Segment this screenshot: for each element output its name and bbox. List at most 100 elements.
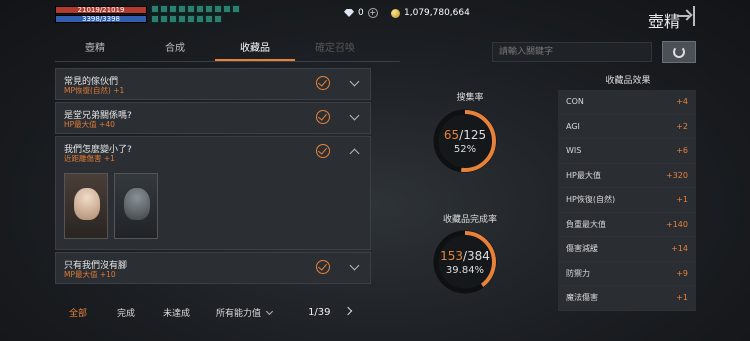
chevron-up-icon[interactable]	[349, 148, 360, 159]
filter-all[interactable]: 全部	[69, 306, 87, 319]
collection-effect: MP恢復(自然) +1	[64, 86, 125, 95]
spirit-portrait[interactable]	[64, 173, 108, 239]
effect-row: HP恢復(自然) +1	[558, 188, 696, 213]
page-indicator: 1/39	[308, 306, 331, 318]
window-title: 壺精	[647, 12, 680, 31]
list-item[interactable]: 是堂兄弟關係嗎? HP最大值 +40	[55, 102, 371, 134]
chevron-down-icon[interactable]	[349, 76, 360, 87]
buff-icon[interactable]	[160, 5, 168, 13]
effect-row: 負重最大值 +140	[558, 212, 696, 237]
buff-icon[interactable]	[169, 5, 177, 13]
effect-value: +1	[676, 293, 688, 303]
collect-rate-percent: 52%	[453, 144, 477, 155]
tab-spirit[interactable]: 壺精	[55, 38, 135, 61]
effect-value: +1	[676, 195, 688, 205]
effect-label: 防禦力	[566, 268, 590, 278]
chevron-down-icon[interactable]	[349, 110, 360, 121]
exit-icon[interactable]	[677, 6, 695, 26]
buff-icon[interactable]	[232, 5, 240, 13]
effect-label: 傷害減緩	[566, 244, 598, 254]
next-page-icon[interactable]	[343, 306, 352, 316]
effect-value: +2	[676, 121, 688, 131]
stat-filter-label: 所有能力值	[216, 308, 262, 319]
check-icon	[316, 144, 330, 158]
effect-row: 防禦力 +9	[558, 261, 696, 286]
check-icon	[316, 76, 330, 90]
gold-amount: 1,079,780,664	[404, 8, 470, 18]
collect-rate-title: 搜集率	[456, 93, 484, 103]
buff-icon[interactable]	[196, 5, 204, 13]
completion-rate-count: 153/384	[432, 249, 498, 263]
filter-incomplete[interactable]: 未達成	[163, 306, 190, 319]
collection-effect: HP最大值 +40	[64, 120, 115, 129]
collection-effect: MP最大值 +10	[64, 270, 116, 279]
effect-row: HP最大值 +320	[558, 163, 696, 188]
filter-bar: 全部 完成 未達成 所有能力值 1/39	[55, 298, 371, 326]
complete-total: /384	[462, 249, 490, 263]
effect-label: 負重最大值	[566, 219, 606, 229]
buff-bar	[151, 5, 241, 24]
list-item[interactable]: 只有我們沒有腳 MP最大值 +10	[55, 252, 371, 284]
collection-list: 常見的傢伙們 MP恢復(自然) +1 是堂兄弟關係嗎? HP最大值 +40 我們…	[55, 68, 371, 290]
buff-icon[interactable]	[160, 15, 168, 23]
buff-icon[interactable]	[151, 15, 159, 23]
effect-value: +6	[676, 146, 688, 156]
effect-value: +14	[671, 244, 688, 254]
buff-icon[interactable]	[187, 5, 195, 13]
mp-text: 3398/3398	[82, 15, 120, 23]
effect-row: AGI +2	[558, 114, 696, 139]
effect-value: +320	[666, 170, 688, 180]
stat-filter-dropdown[interactable]: 所有能力值	[216, 306, 274, 319]
tab-bar: 壺精 合成 收藏品 確定召喚	[55, 38, 400, 62]
effect-row: CON +4	[558, 90, 696, 115]
list-item[interactable]: 常見的傢伙們 MP恢復(自然) +1	[55, 68, 371, 100]
effect-label: HP恢復(自然)	[566, 195, 616, 205]
effect-row: WIS +6	[558, 139, 696, 164]
buff-icon[interactable]	[214, 5, 222, 13]
effect-label: 魔法傷害	[566, 293, 598, 303]
effect-value: +9	[676, 268, 688, 278]
effect-row: 傷害減緩 +14	[558, 237, 696, 262]
buff-icon[interactable]	[223, 5, 231, 13]
coin-icon	[391, 8, 400, 18]
collection-effect: 近距離傷害 +1	[64, 154, 115, 163]
buff-icon[interactable]	[205, 15, 213, 23]
completion-rate-title: 收藏品完成率	[442, 215, 497, 225]
check-icon	[316, 260, 330, 274]
refresh-button[interactable]	[662, 41, 696, 63]
effect-label: CON	[566, 97, 584, 107]
spirit-figure	[74, 188, 100, 220]
chevron-down-icon[interactable]	[349, 260, 360, 271]
filter-completed[interactable]: 完成	[117, 306, 135, 319]
tab-collection[interactable]: 收藏品	[215, 38, 295, 61]
spirit-portraits	[64, 173, 158, 239]
hp-bar: 21019/21019	[55, 6, 147, 14]
buff-icon[interactable]	[205, 5, 213, 13]
buff-icon[interactable]	[169, 15, 177, 23]
completion-rate-percent: 39.84%	[445, 265, 485, 276]
chevron-down-icon	[266, 307, 274, 315]
tab-synthesis[interactable]: 合成	[135, 38, 215, 61]
buff-icon[interactable]	[214, 15, 222, 23]
check-icon	[316, 110, 330, 124]
collect-total: /125	[459, 128, 487, 142]
list-item-expanded[interactable]: 我們怎麼變小了? 近距離傷害 +1	[55, 136, 371, 250]
collection-effects-title: 收藏品效果	[605, 76, 651, 86]
gold-currency: 1,079,780,664	[391, 8, 470, 18]
complete-current: 153	[440, 249, 463, 263]
mp-bar: 3398/3398	[55, 15, 147, 23]
spirit-portrait[interactable]	[114, 173, 158, 239]
effect-value: +4	[676, 97, 688, 107]
buff-icon[interactable]	[178, 5, 186, 13]
crystal-amount: 0	[358, 8, 364, 18]
refresh-icon	[673, 46, 685, 58]
buff-icon[interactable]	[187, 15, 195, 23]
buff-icon[interactable]	[196, 15, 204, 23]
buff-icon[interactable]	[178, 15, 186, 23]
effect-value: +140	[666, 219, 688, 229]
buff-icon[interactable]	[151, 5, 159, 13]
collect-rate-count: 65/125	[432, 128, 498, 142]
add-crystal-button[interactable]: +	[367, 8, 378, 18]
tab-summon-confirm[interactable]: 確定召喚	[295, 38, 375, 61]
search-input[interactable]: 請輸入關鍵字	[492, 42, 652, 62]
